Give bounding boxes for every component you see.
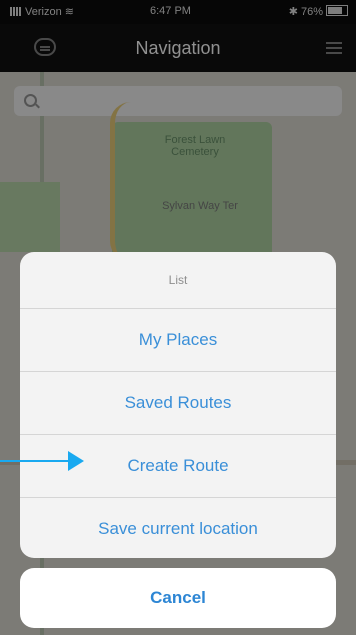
saved-routes-option[interactable]: Saved Routes: [20, 372, 336, 435]
my-places-option[interactable]: My Places: [20, 309, 336, 372]
save-current-location-option[interactable]: Save current location: [20, 498, 336, 558]
action-sheet: List My Places Saved Routes Create Route…: [20, 252, 336, 558]
cancel-button[interactable]: Cancel: [20, 568, 336, 628]
phone-screen: Verizon ≋ 6:47 PM ✱ 76% Navigation Fores…: [0, 0, 356, 635]
action-sheet-title: List: [20, 252, 336, 309]
annotation-arrow-line: [0, 460, 72, 462]
annotation-arrow-icon: [68, 451, 84, 471]
